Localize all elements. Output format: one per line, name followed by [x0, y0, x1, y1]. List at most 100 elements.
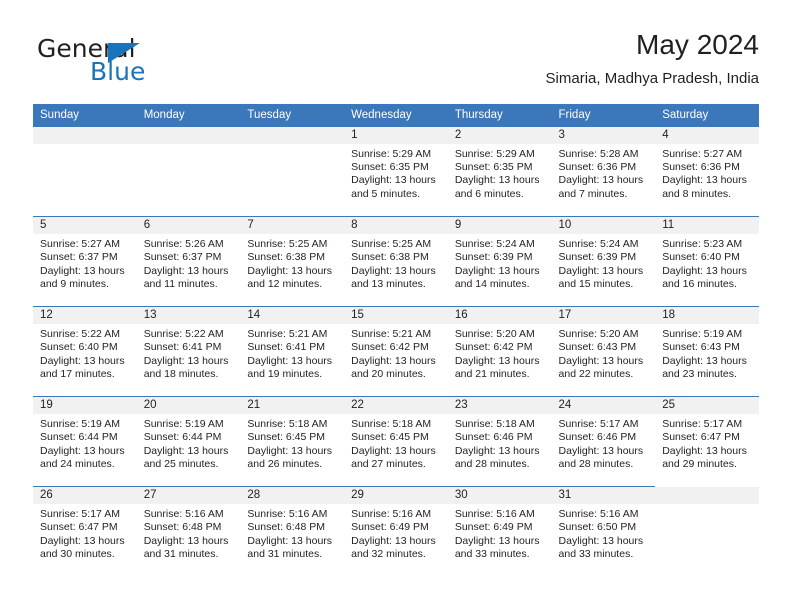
day-details: Sunrise: 5:17 AM Sunset: 6:46 PM Dayligh… [552, 414, 656, 472]
day-cell[interactable]: 7 Sunrise: 5:25 AM Sunset: 6:38 PM Dayli… [240, 216, 345, 307]
sunrise-text: Sunrise: 5:16 AM [143, 508, 224, 520]
day-number: 22 [344, 397, 448, 414]
day-cell[interactable]: 10 Sunrise: 5:24 AM Sunset: 6:39 PM Dayl… [551, 216, 656, 307]
general-blue-logo[interactable]: General Blue [33, 28, 333, 92]
daylight-text: Daylight: 13 hours [662, 444, 747, 457]
daylight-text-cont: and 33 minutes. [454, 548, 530, 561]
day-number: 11 [655, 217, 759, 234]
day-cell[interactable]: 25 Sunrise: 5:17 AM Sunset: 6:47 PM Dayl… [655, 396, 759, 487]
sunset-text: Sunset: 6:39 PM [558, 251, 637, 264]
daylight-text: Daylight: 13 hours [558, 444, 644, 457]
day-cell[interactable]: 22 Sunrise: 5:18 AM Sunset: 6:45 PM Dayl… [344, 396, 448, 487]
day-number: 14 [240, 307, 345, 324]
day-number: 12 [33, 307, 137, 324]
day-details: Sunrise: 5:22 AM Sunset: 6:41 PM Dayligh… [137, 324, 241, 382]
sunrise-text: Sunrise: 5:16 AM [351, 508, 432, 520]
day-cell[interactable]: 12 Sunrise: 5:22 AM Sunset: 6:40 PM Dayl… [33, 306, 137, 397]
day-cell[interactable]: 3 Sunrise: 5:28 AM Sunset: 6:36 PM Dayli… [551, 126, 656, 217]
sunset-text: Sunset: 6:50 PM [558, 521, 637, 534]
day-cell[interactable]: 8 Sunrise: 5:25 AM Sunset: 6:38 PM Dayli… [344, 216, 448, 307]
day-number: 25 [655, 397, 759, 414]
day-cell[interactable]: 13 Sunrise: 5:22 AM Sunset: 6:41 PM Dayl… [136, 306, 241, 397]
day-details: Sunrise: 5:24 AM Sunset: 6:39 PM Dayligh… [448, 234, 552, 292]
page-subtitle: Simaria, Madhya Pradesh, India [545, 70, 759, 87]
sunset-text: Sunset: 6:49 PM [454, 521, 533, 534]
page-header: General Blue May 2024 Simaria, Madhya Pr… [33, 28, 759, 100]
sunrise-text: Sunrise: 5:23 AM [662, 238, 743, 250]
sunrise-text: Sunrise: 5:18 AM [351, 418, 432, 430]
sunrise-text: Sunrise: 5:18 AM [454, 418, 535, 430]
day-cell[interactable]: 21 Sunrise: 5:18 AM Sunset: 6:45 PM Dayl… [240, 396, 345, 487]
day-cell[interactable]: 11 Sunrise: 5:23 AM Sunset: 6:40 PM Dayl… [655, 216, 759, 307]
day-cell[interactable]: 27 Sunrise: 5:16 AM Sunset: 6:48 PM Dayl… [136, 486, 241, 577]
week-row: 12 Sunrise: 5:22 AM Sunset: 6:40 PM Dayl… [33, 306, 759, 397]
sunrise-text: Sunrise: 5:22 AM [143, 328, 224, 340]
daylight-text: Daylight: 13 hours [247, 534, 333, 547]
day-number: 5 [33, 217, 137, 234]
day-cell[interactable]: 9 Sunrise: 5:24 AM Sunset: 6:39 PM Dayli… [447, 216, 552, 307]
sunrise-text: Sunrise: 5:16 AM [558, 508, 639, 520]
day-number: 28 [240, 487, 345, 504]
day-cell[interactable]: 23 Sunrise: 5:18 AM Sunset: 6:46 PM Dayl… [447, 396, 552, 487]
sunset-text: Sunset: 6:48 PM [247, 521, 326, 534]
daylight-text: Daylight: 13 hours [351, 354, 436, 367]
day-details: Sunrise: 5:19 AM Sunset: 6:43 PM Dayligh… [655, 324, 759, 382]
day-details: Sunrise: 5:22 AM Sunset: 6:40 PM Dayligh… [33, 324, 137, 382]
day-number: 3 [551, 126, 656, 144]
sunrise-text: Sunrise: 5:19 AM [40, 418, 120, 430]
daylight-text-cont: and 31 minutes. [143, 548, 219, 561]
week-row: 1 Sunrise: 5:29 AM Sunset: 6:35 PM Dayli… [33, 126, 759, 217]
daylight-text-cont: and 33 minutes. [558, 548, 634, 561]
day-cell[interactable]: 31 Sunrise: 5:16 AM Sunset: 6:50 PM Dayl… [551, 486, 656, 577]
sunrise-text: Sunrise: 5:21 AM [351, 328, 432, 340]
daylight-text: Daylight: 13 hours [143, 534, 229, 547]
day-details: Sunrise: 5:18 AM Sunset: 6:45 PM Dayligh… [240, 414, 344, 472]
day-cell[interactable]: 6 Sunrise: 5:26 AM Sunset: 6:37 PM Dayli… [136, 216, 241, 307]
sunset-text: Sunset: 6:38 PM [351, 251, 429, 264]
day-cell[interactable]: 17 Sunrise: 5:20 AM Sunset: 6:43 PM Dayl… [551, 306, 656, 397]
day-cell[interactable]: 30 Sunrise: 5:16 AM Sunset: 6:49 PM Dayl… [447, 486, 552, 577]
sunset-text: Sunset: 6:47 PM [40, 521, 118, 534]
daylight-text: Daylight: 13 hours [40, 534, 125, 547]
day-details: Sunrise: 5:16 AM Sunset: 6:50 PM Dayligh… [552, 504, 656, 562]
day-cell[interactable]: 20 Sunrise: 5:19 AM Sunset: 6:44 PM Dayl… [136, 396, 241, 487]
day-cell[interactable]: 29 Sunrise: 5:16 AM Sunset: 6:49 PM Dayl… [344, 486, 448, 577]
day-cell[interactable]: 2 Sunrise: 5:29 AM Sunset: 6:35 PM Dayli… [447, 126, 552, 217]
day-cell[interactable]: 15 Sunrise: 5:21 AM Sunset: 6:42 PM Dayl… [344, 306, 448, 397]
weekday-header-row: Sunday Monday Tuesday Wednesday Thursday… [33, 104, 759, 127]
daylight-text-cont: and 28 minutes. [454, 458, 530, 471]
sunset-text: Sunset: 6:44 PM [143, 431, 222, 444]
day-number: 18 [655, 307, 759, 324]
day-number: 27 [136, 487, 241, 504]
day-cell[interactable]: 5 Sunrise: 5:27 AM Sunset: 6:37 PM Dayli… [33, 216, 137, 307]
daylight-text-cont: and 13 minutes. [351, 278, 426, 291]
day-cell[interactable]: 24 Sunrise: 5:17 AM Sunset: 6:46 PM Dayl… [551, 396, 656, 487]
daylight-text-cont: and 26 minutes. [247, 458, 323, 471]
sunset-text: Sunset: 6:47 PM [662, 431, 740, 444]
day-cell[interactable]: 18 Sunrise: 5:19 AM Sunset: 6:43 PM Dayl… [655, 306, 759, 397]
day-cell-empty [33, 126, 137, 217]
daylight-text-cont: and 9 minutes. [40, 278, 109, 291]
sunset-text: Sunset: 6:46 PM [454, 431, 533, 444]
day-number: 6 [136, 217, 241, 234]
weekday-header-sunday: Sunday [33, 104, 137, 127]
day-cell[interactable]: 16 Sunrise: 5:20 AM Sunset: 6:42 PM Dayl… [447, 306, 552, 397]
daylight-text: Daylight: 13 hours [247, 444, 333, 457]
daylight-text: Daylight: 13 hours [558, 354, 644, 367]
day-cell[interactable]: 19 Sunrise: 5:19 AM Sunset: 6:44 PM Dayl… [33, 396, 137, 487]
daylight-text: Daylight: 13 hours [247, 264, 333, 277]
day-cell[interactable]: 14 Sunrise: 5:21 AM Sunset: 6:41 PM Dayl… [240, 306, 345, 397]
day-cell[interactable]: 1 Sunrise: 5:29 AM Sunset: 6:35 PM Dayli… [344, 126, 448, 217]
daylight-text-cont: and 18 minutes. [143, 368, 219, 381]
day-details: Sunrise: 5:16 AM Sunset: 6:48 PM Dayligh… [137, 504, 241, 562]
day-cell[interactable]: 28 Sunrise: 5:16 AM Sunset: 6:48 PM Dayl… [240, 486, 345, 577]
daylight-text-cont: and 19 minutes. [247, 368, 323, 381]
day-cell[interactable]: 26 Sunrise: 5:17 AM Sunset: 6:47 PM Dayl… [33, 486, 137, 577]
weekday-header-wednesday: Wednesday [344, 104, 448, 127]
daylight-text: Daylight: 13 hours [143, 444, 229, 457]
sunrise-text: Sunrise: 5:22 AM [40, 328, 120, 340]
daylight-text-cont: and 21 minutes. [454, 368, 530, 381]
day-number [33, 127, 137, 144]
sunset-text: Sunset: 6:36 PM [558, 160, 637, 173]
day-cell[interactable]: 4 Sunrise: 5:27 AM Sunset: 6:36 PM Dayli… [655, 126, 759, 217]
